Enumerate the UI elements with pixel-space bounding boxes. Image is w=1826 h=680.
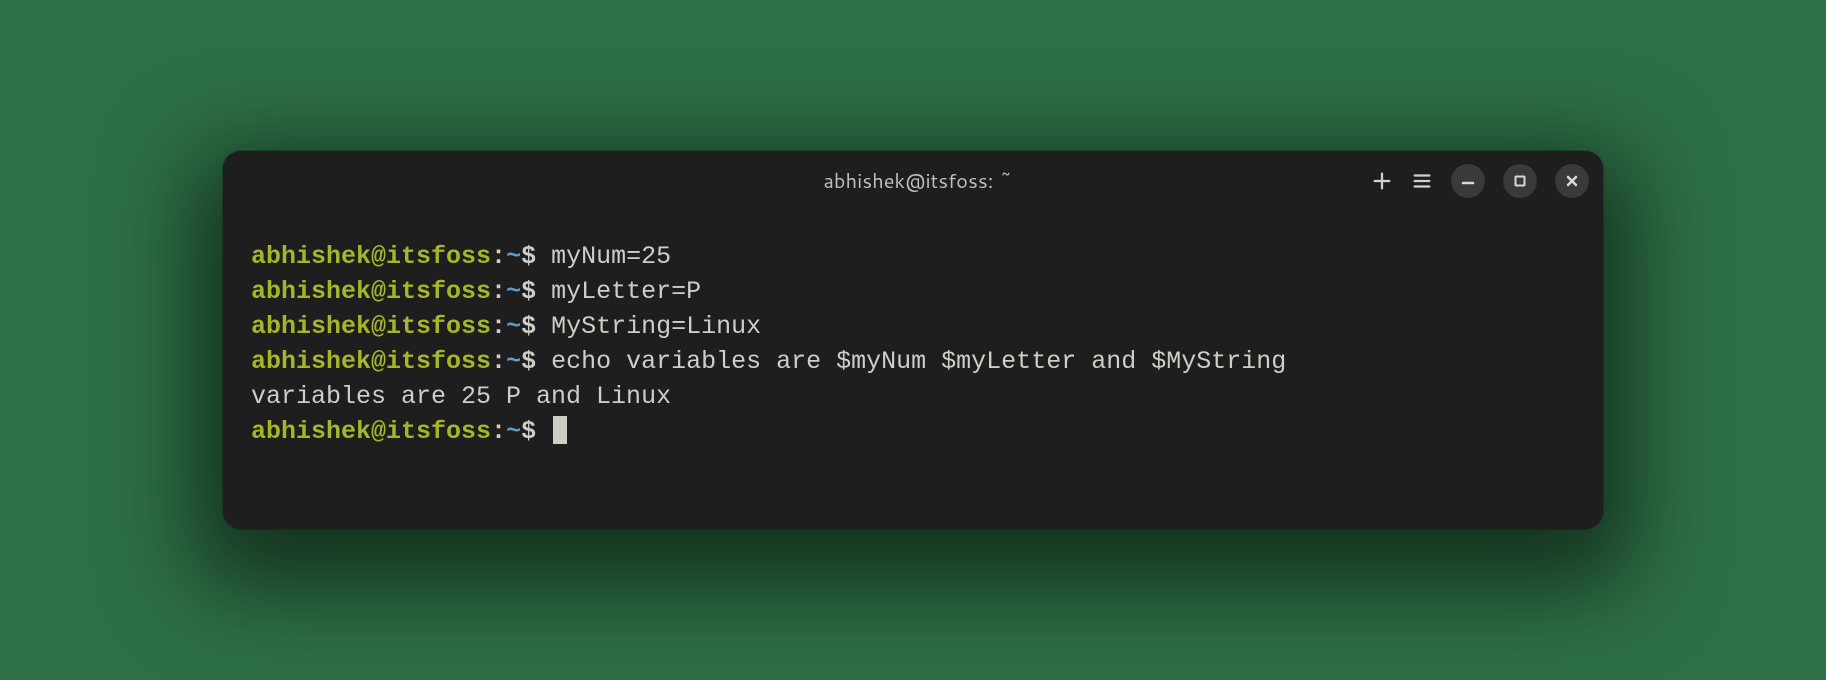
terminal-line: abhishek@itsfoss:~$ echo variables are $…: [251, 344, 1575, 379]
prompt-symbol: $: [521, 242, 536, 271]
maximize-button[interactable]: [1503, 164, 1537, 198]
prompt-user: abhishek@itsfoss: [251, 277, 491, 306]
minimize-button[interactable]: [1451, 164, 1485, 198]
close-icon: [1565, 174, 1579, 188]
prompt-path: ~: [506, 242, 521, 271]
prompt-user: abhishek@itsfoss: [251, 347, 491, 376]
terminal-line: variables are 25 P and Linux: [251, 379, 1575, 414]
menu-button[interactable]: [1411, 170, 1433, 192]
command-text: myNum=25: [551, 242, 671, 271]
prompt-colon: :: [491, 277, 506, 306]
prompt-symbol: $: [521, 312, 536, 341]
prompt-path: ~: [506, 417, 521, 446]
prompt-path: ~: [506, 277, 521, 306]
command-text: myLetter=P: [551, 277, 701, 306]
prompt-symbol: $: [521, 347, 536, 376]
terminal-line: abhishek@itsfoss:~$ MyString=Linux: [251, 309, 1575, 344]
window-title: abhishek@itsfoss: ~: [467, 167, 1369, 195]
minimize-icon: [1461, 174, 1475, 188]
titlebar: abhishek@itsfoss: ~: [223, 151, 1603, 211]
prompt-user: abhishek@itsfoss: [251, 417, 491, 446]
prompt-colon: :: [491, 312, 506, 341]
new-tab-button[interactable]: [1371, 170, 1393, 192]
command-text: echo variables are $myNum $myLetter and …: [551, 347, 1286, 376]
prompt-user: abhishek@itsfoss: [251, 312, 491, 341]
prompt-user: abhishek@itsfoss: [251, 242, 491, 271]
prompt-path: ~: [506, 347, 521, 376]
prompt-colon: :: [491, 347, 506, 376]
prompt-path: ~: [506, 312, 521, 341]
terminal-line: abhishek@itsfoss:~$: [251, 414, 1575, 449]
terminal-body[interactable]: abhishek@itsfoss:~$ myNum=25abhishek@its…: [223, 211, 1603, 529]
command-text: MyString=Linux: [551, 312, 761, 341]
terminal-line: abhishek@itsfoss:~$ myNum=25: [251, 239, 1575, 274]
output-text: variables are 25 P and Linux: [251, 382, 671, 411]
prompt-symbol: $: [521, 277, 536, 306]
close-button[interactable]: [1555, 164, 1589, 198]
prompt-colon: :: [491, 417, 506, 446]
terminal-window: abhishek@itsfoss: ~ abhishek@itsfoss:~$ …: [223, 151, 1603, 529]
cursor-block: [553, 416, 567, 444]
plus-icon: [1371, 170, 1393, 192]
hamburger-icon: [1411, 170, 1433, 192]
titlebar-controls: [1369, 164, 1589, 198]
maximize-icon: [1513, 174, 1527, 188]
prompt-colon: :: [491, 242, 506, 271]
terminal-line: abhishek@itsfoss:~$ myLetter=P: [251, 274, 1575, 309]
prompt-symbol: $: [521, 417, 536, 446]
